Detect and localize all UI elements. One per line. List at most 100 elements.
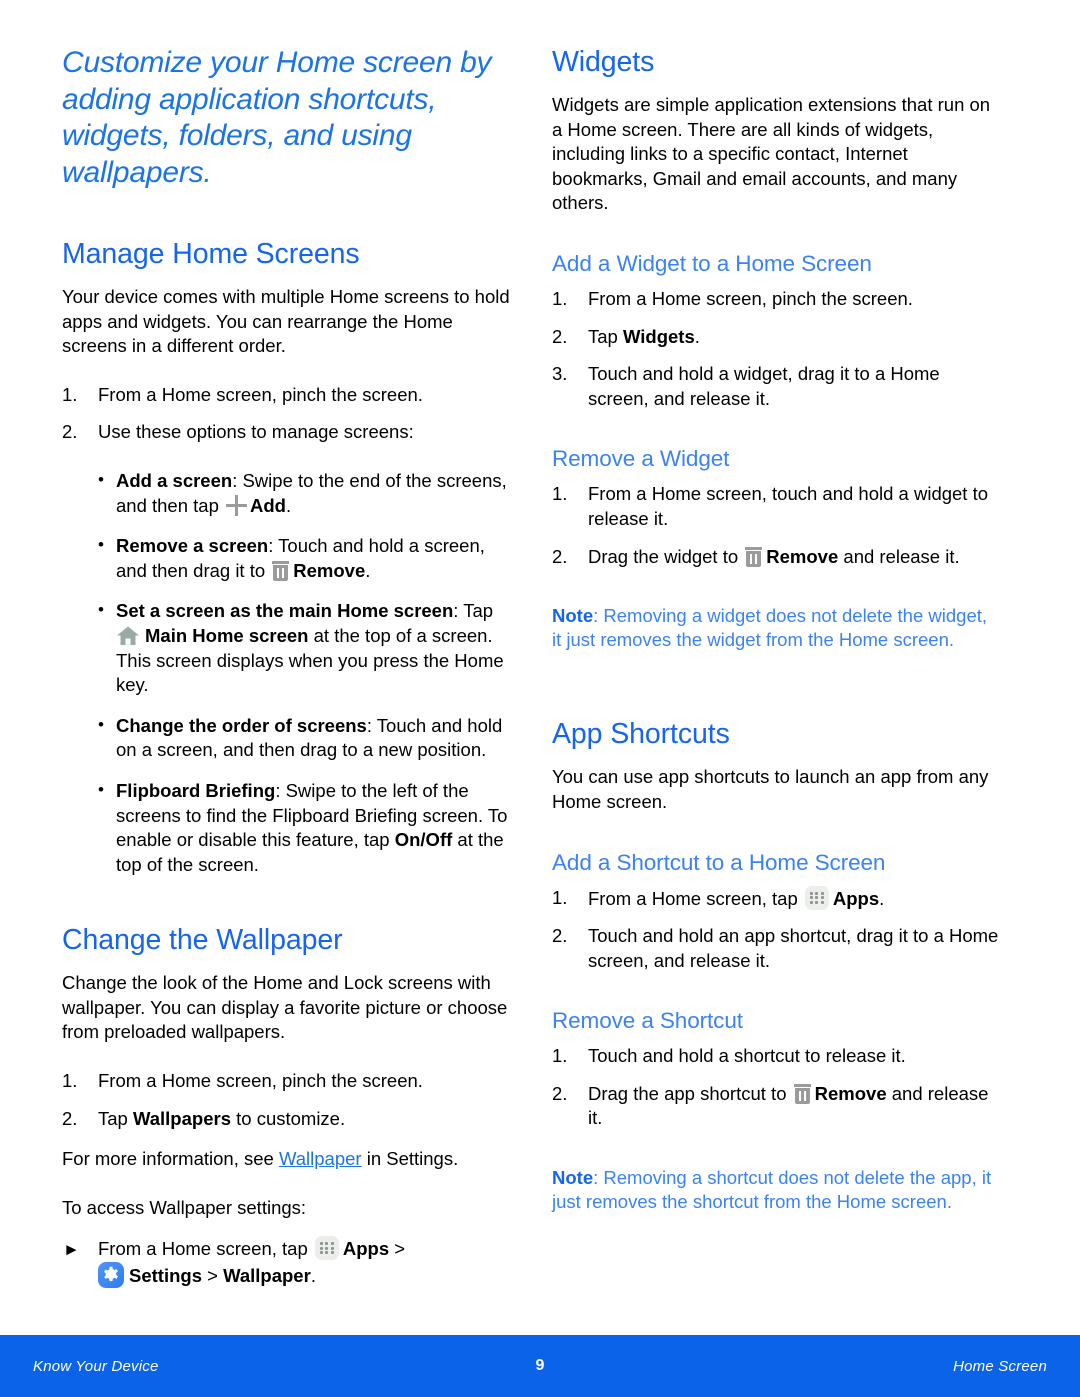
page-footer: Know Your Device 9 Home Screen	[0, 1335, 1080, 1397]
step-text-tail: .	[694, 325, 700, 347]
step-number: 1.	[552, 886, 568, 908]
trash-icon	[793, 1083, 811, 1104]
step-number: 2.	[62, 1107, 78, 1129]
step-text: Tap	[588, 325, 623, 347]
step-text-tail: .	[879, 887, 885, 909]
step-number: 2.	[552, 925, 568, 947]
step-number: 2.	[552, 325, 568, 347]
bullet-dot: •	[98, 779, 104, 799]
step-number: 1.	[552, 287, 568, 309]
list-item: 1. From a Home screen, touch and hold a …	[552, 482, 1000, 531]
manage-home-screens-intro: Your device comes with multiple Home scr…	[62, 286, 510, 357]
note-text: : Removing a widget does not delete the …	[552, 604, 988, 651]
option-label: Remove a screen	[116, 535, 269, 557]
home-icon	[116, 625, 140, 646]
change-the-wallpaper-steps: 1. From a Home screen, pinch the screen.…	[62, 1069, 510, 1131]
manage-home-screens-options: • Add a screen: Swipe to the end of the …	[62, 469, 510, 877]
more-info-before: For more information, see	[62, 1148, 279, 1170]
list-item: 1. From a Home screen, tap Apps.	[552, 885, 1000, 912]
step-number: 2.	[552, 545, 568, 567]
step-text-tail: to customize.	[230, 1107, 346, 1129]
triangle-bullet-icon: ►	[63, 1240, 80, 1260]
separator: >	[389, 1238, 406, 1260]
option-icon-label: Remove	[293, 559, 366, 581]
option-icon-label: Add	[250, 494, 286, 516]
note-label: Note	[552, 1166, 594, 1188]
step-icon-label: Apps	[832, 887, 880, 909]
trash-icon	[745, 546, 763, 567]
right-column: Widgets Widgets are simple application e…	[552, 45, 1000, 1233]
list-item: 2. Use these options to manage screens:	[62, 420, 510, 445]
section-heading-manage-home-screens: Manage Home Screens	[62, 238, 360, 270]
section-heading-change-the-wallpaper: Change the Wallpaper	[62, 924, 343, 957]
list-item: 2. Tap Widgets.	[552, 325, 1000, 350]
step-icon-label: Remove	[766, 545, 839, 567]
section-heading-widgets: Widgets	[552, 46, 655, 78]
step-number: 1.	[62, 383, 78, 405]
remove-shortcut-steps: 1. Touch and hold a shortcut to release …	[552, 1044, 1000, 1131]
bullet-dot: •	[98, 600, 104, 620]
step-number: 1.	[62, 1070, 78, 1092]
add-shortcut-steps: 1. From a Home screen, tap Apps. 2. Touc…	[552, 885, 1000, 974]
period: .	[310, 1265, 316, 1287]
subheading-add-a-widget: Add a Widget to a Home Screen	[552, 250, 872, 276]
step-icon-label: Remove	[814, 1082, 887, 1104]
list-item: 2. Drag the widget to Remove and release…	[552, 545, 1000, 570]
list-item: 1. From a Home screen, pinch the screen.	[552, 287, 1000, 312]
step-bold: Wallpapers	[132, 1107, 231, 1129]
more-info-after: in Settings.	[361, 1148, 459, 1170]
option-icon-label: Main Home screen	[145, 624, 309, 646]
more-information-line: For more information, see Wallpaper in S…	[62, 1147, 510, 1172]
apps-label: Apps	[342, 1238, 390, 1260]
widgets-intro: Widgets are simple application extension…	[552, 94, 991, 214]
note-label: Note	[552, 604, 594, 626]
step-text: Drag the widget to	[588, 545, 744, 567]
step-text: From a Home screen, tap	[98, 1238, 313, 1260]
step-text: Touch and hold an app shortcut, drag it …	[588, 925, 999, 971]
page-title: Customize your Home screen by adding app…	[62, 46, 492, 189]
bullet-dot: •	[98, 535, 104, 555]
subheading-remove-a-widget: Remove a Widget	[552, 446, 730, 472]
list-item: 2. Touch and hold an app shortcut, drag …	[552, 924, 1000, 973]
list-item: • Set a screen as the main Home screen: …	[98, 599, 510, 697]
step-text: Tap	[98, 1107, 133, 1129]
list-item: • Remove a screen: Touch and hold a scre…	[98, 534, 510, 583]
step-text: Use these options to manage screens:	[98, 421, 414, 443]
option-text-tail: .	[365, 559, 371, 581]
footer-topic-label: Home Screen	[953, 1357, 1047, 1375]
section-heading-app-shortcuts: App Shortcuts	[552, 718, 730, 751]
add-widget-steps: 1. From a Home screen, pinch the screen.…	[552, 287, 1000, 411]
apps-grid-icon	[804, 885, 829, 910]
wallpaper-settings-link[interactable]: Wallpaper	[279, 1148, 362, 1169]
remove-widget-steps: 1. From a Home screen, touch and hold a …	[552, 482, 1000, 569]
step-text: From a Home screen, touch and hold a wid…	[588, 483, 989, 529]
access-wallpaper-settings-lead: To access Wallpaper settings:	[62, 1196, 307, 1218]
step-number: 2.	[62, 421, 78, 443]
step-number: 3.	[552, 363, 568, 385]
list-item: 1. From a Home screen, pinch the screen.	[62, 383, 510, 408]
bullet-dot: •	[98, 469, 104, 489]
option-label: Add a screen	[116, 469, 233, 491]
step-text: From a Home screen, pinch the screen.	[588, 287, 913, 309]
subheading-add-a-shortcut: Add a Shortcut to a Home Screen	[552, 849, 886, 875]
option-label: Flipboard Briefing	[116, 779, 276, 801]
step-text-tail: and release it.	[838, 545, 960, 567]
note-remove-shortcut: Note: Removing a shortcut does not delet…	[552, 1166, 1000, 1215]
list-item: • Change the order of screens: Touch and…	[98, 714, 510, 763]
document-page: Customize your Home screen by adding app…	[0, 0, 1080, 1397]
settings-gear-icon	[98, 1262, 124, 1289]
step-bold: Widgets	[622, 325, 695, 347]
step-number: 1.	[552, 1045, 568, 1067]
option-text-tail: .	[285, 494, 292, 516]
app-shortcuts-intro: You can use app shortcuts to launch an a…	[552, 766, 989, 812]
list-item: 3. Touch and hold a widget, drag it to a…	[552, 362, 1000, 411]
note-remove-widget: Note: Removing a widget does not delete …	[552, 604, 1000, 653]
step-text: From a Home screen, pinch the screen.	[98, 1070, 423, 1092]
left-column: Customize your Home screen by adding app…	[62, 45, 510, 1289]
option-label: Set a screen as the main Home screen	[116, 600, 454, 622]
note-text: : Removing a shortcut does not delete th…	[552, 1166, 992, 1213]
step-text: Touch and hold a widget, drag it to a Ho…	[588, 363, 940, 409]
settings-label: Settings	[129, 1265, 202, 1287]
list-item: 1. From a Home screen, pinch the screen.	[62, 1069, 510, 1094]
option-icon-label: On/Off	[394, 829, 453, 851]
